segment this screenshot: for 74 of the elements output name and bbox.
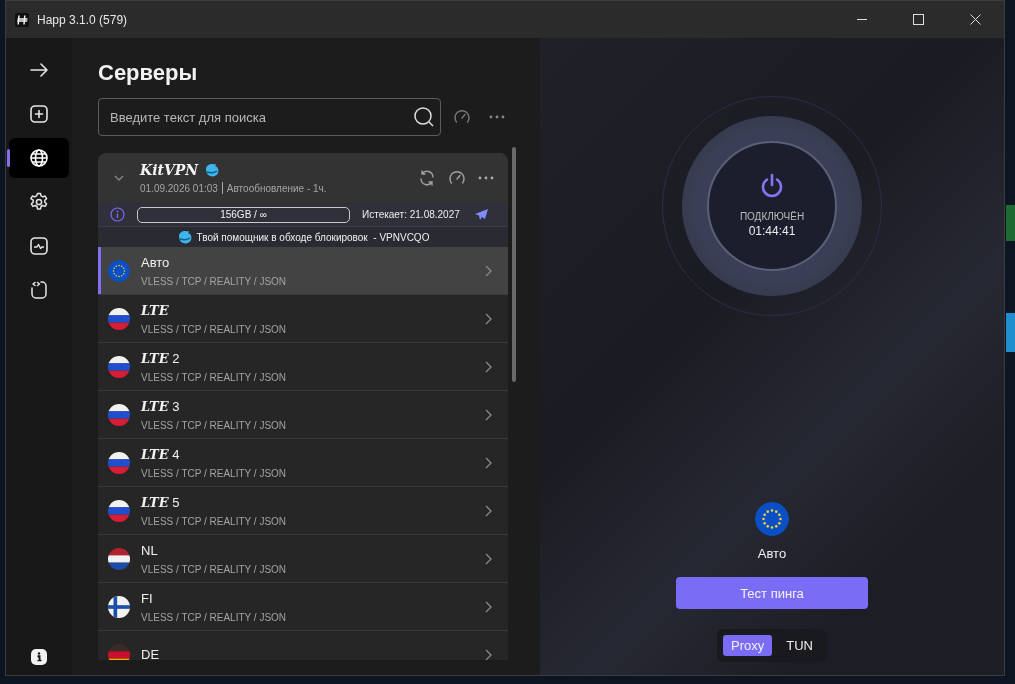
traffic-bar: 156GB / ∞ xyxy=(137,206,350,223)
connection-status: ПОДКЛЮЧЁН xyxy=(739,211,805,222)
expiry-date: Истекает: 21.08.2027 xyxy=(362,209,461,220)
search-icon[interactable] xyxy=(413,106,435,128)
logo-icon xyxy=(15,12,29,27)
info-icon[interactable] xyxy=(31,649,47,665)
globe-icon[interactable] xyxy=(29,148,49,168)
server-row[interactable]: DE xyxy=(98,631,508,660)
search-field[interactable]: Введите текст для поиска xyxy=(98,98,441,136)
server-row[interactable]: Авто VLESS / TCP / REALITY / JSON xyxy=(98,247,508,295)
server-name: DE xyxy=(141,647,161,660)
server-protocol: VLESS / TCP / REALITY / JSON xyxy=(141,275,288,287)
arrow-right-icon[interactable] xyxy=(29,60,49,80)
settings-icon[interactable] xyxy=(29,192,49,212)
server-protocol: VLESS / TCP / REALITY / JSON xyxy=(141,419,288,431)
server-row[interactable]: LTE 3 VLESS / TCP / REALITY / JSON xyxy=(98,391,508,439)
server-row[interactable]: LTE 5 VLESS / TCP / REALITY / JSON xyxy=(98,487,508,535)
server-name: FI xyxy=(141,590,154,606)
close-icon[interactable] xyxy=(970,14,981,25)
mode-tab[interactable]: TUN xyxy=(778,635,821,656)
server-protocol: VLESS / TCP / REALITY / JSON xyxy=(141,467,288,479)
chevron-right-icon[interactable] xyxy=(485,648,492,660)
desktop-tile xyxy=(1006,205,1015,241)
server-name: LTE 2 xyxy=(141,350,181,366)
power-icon[interactable] xyxy=(759,173,785,199)
more-icon[interactable] xyxy=(489,115,505,119)
desktop-tile xyxy=(1006,313,1015,352)
chevron-right-icon[interactable] xyxy=(485,360,492,373)
sidebar-item[interactable] xyxy=(9,138,69,178)
scrollbar[interactable] xyxy=(512,147,516,382)
chevron-right-icon[interactable] xyxy=(485,600,492,613)
connection-timer: 01:44:41 xyxy=(748,224,796,238)
current-server-name: Авто xyxy=(757,546,787,561)
server-protocol: VLESS / TCP / REALITY / JSON xyxy=(141,371,288,383)
server-name: NL xyxy=(141,542,159,558)
server-row[interactable]: LTE 2 VLESS / TCP / REALITY / JSON xyxy=(98,343,508,391)
speed-gauge-icon[interactable] xyxy=(453,108,471,126)
chart-icon[interactable] xyxy=(29,236,49,256)
server-row[interactable]: LTE 4 VLESS / TCP / REALITY / JSON xyxy=(98,439,508,487)
server-protocol: VLESS / TCP / REALITY / JSON xyxy=(141,563,288,575)
server-name: LTE 5 xyxy=(141,494,181,510)
server-name: LTE 4 xyxy=(141,446,181,462)
minimize-icon[interactable] xyxy=(856,18,867,21)
code-icon[interactable] xyxy=(29,280,49,300)
window-title: Happ 3.1.0 (579) xyxy=(37,12,129,27)
subscription-name: KitVPN xyxy=(140,162,199,178)
maximize-icon[interactable] xyxy=(913,14,924,25)
mode-tab[interactable]: Proxy xyxy=(723,635,773,656)
chevron-right-icon[interactable] xyxy=(485,264,492,277)
server-name: LTE xyxy=(141,302,170,318)
telegram-icon[interactable] xyxy=(475,208,488,221)
update-time: 01.09.2026 01:03 xyxy=(140,182,218,194)
announcement-text: Твой помощник в обходе блокировок - VPNVCQO xyxy=(196,231,430,243)
server-row[interactable]: FI VLESS / TCP / REALITY / JSON xyxy=(98,583,508,631)
chevron-right-icon[interactable] xyxy=(485,456,492,469)
auto-update-label: Автообновление - 1ч. xyxy=(226,182,327,194)
server-protocol: VLESS / TCP / REALITY / JSON xyxy=(141,323,288,335)
more-icon[interactable] xyxy=(478,176,494,180)
chevron-right-icon[interactable] xyxy=(485,312,492,325)
server-name: Авто xyxy=(141,254,171,270)
chevron-right-icon[interactable] xyxy=(485,504,492,517)
add-icon[interactable] xyxy=(29,104,49,124)
server-row[interactable]: LTE VLESS / TCP / REALITY / JSON xyxy=(98,295,508,343)
refresh-icon[interactable] xyxy=(418,169,436,187)
speed-gauge-icon[interactable] xyxy=(448,169,466,187)
chevron-right-icon[interactable] xyxy=(485,408,492,421)
server-protocol: VLESS / TCP / REALITY / JSON xyxy=(141,611,288,623)
page-title: Серверы xyxy=(98,60,199,87)
server-protocol: VLESS / TCP / REALITY / JSON xyxy=(141,515,288,527)
server-row[interactable]: NL VLESS / TCP / REALITY / JSON xyxy=(98,535,508,583)
ping-test-button[interactable]: Тест пинга xyxy=(676,577,868,609)
power-button[interactable]: ПОДКЛЮЧЁН 01:44:41 xyxy=(707,141,837,271)
chevron-right-icon[interactable] xyxy=(485,552,492,565)
server-name: LTE 3 xyxy=(141,398,181,414)
